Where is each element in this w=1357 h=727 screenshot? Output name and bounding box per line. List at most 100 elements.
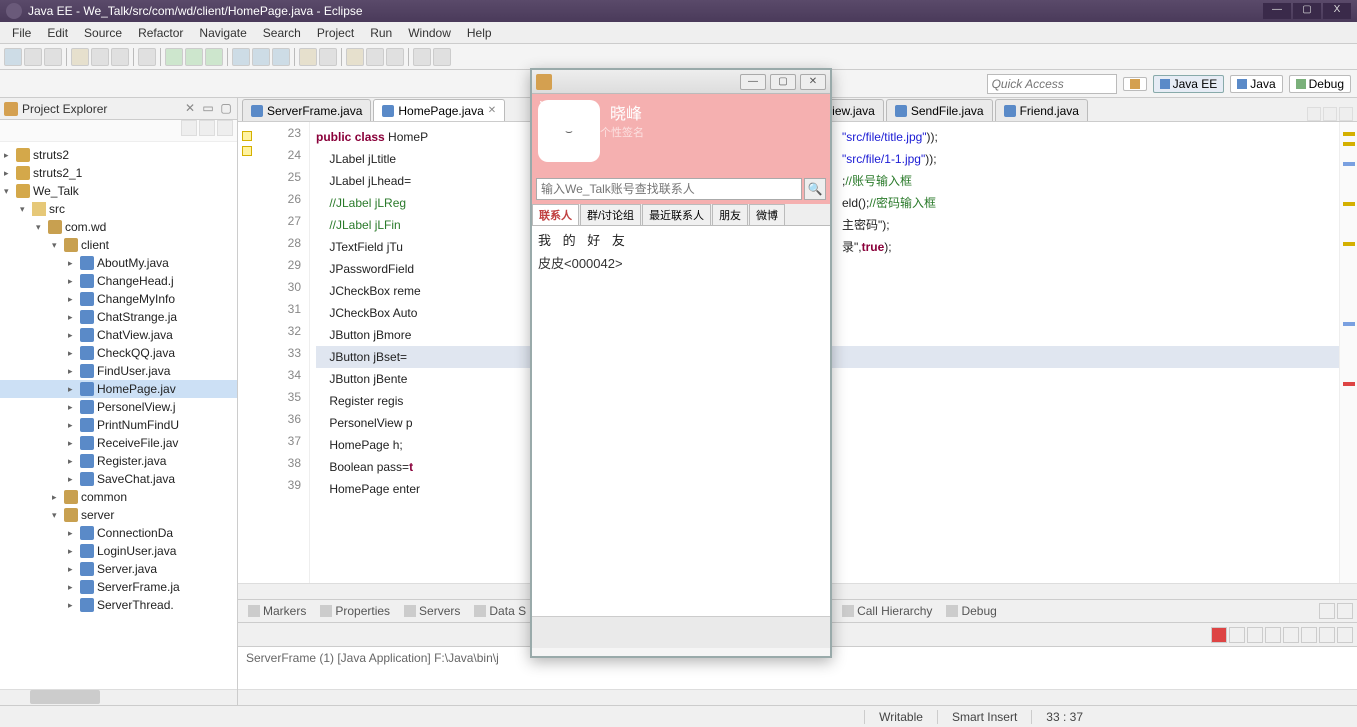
- new-if-icon[interactable]: [272, 48, 290, 66]
- tree-node[interactable]: ▸ServerThread.: [0, 596, 237, 614]
- tab-contacts[interactable]: 联系人: [532, 204, 579, 225]
- editor-tab[interactable]: HomePage.java✕: [373, 99, 505, 121]
- menu-refactor[interactable]: Refactor: [130, 24, 191, 42]
- user-signature[interactable]: 个性签名: [600, 124, 644, 140]
- prev-ann-icon[interactable]: [386, 48, 404, 66]
- back-icon[interactable]: [413, 48, 431, 66]
- menu-project[interactable]: Project: [309, 24, 362, 42]
- build-icon[interactable]: [138, 48, 156, 66]
- tab-groups[interactable]: 群/讨论组: [580, 204, 641, 225]
- contact-search-input[interactable]: [536, 178, 802, 200]
- menu-window[interactable]: Window: [400, 24, 459, 42]
- tree-node[interactable]: ▾client: [0, 236, 237, 254]
- tree-node[interactable]: ▸Server.java: [0, 560, 237, 578]
- view-minimize-icon[interactable]: ▭: [201, 102, 215, 116]
- save-icon[interactable]: [24, 48, 42, 66]
- tree-node[interactable]: ▸ChatView.java: [0, 326, 237, 344]
- menu-run[interactable]: Run: [362, 24, 400, 42]
- remove-launch-icon[interactable]: [1229, 627, 1245, 643]
- tree-node[interactable]: ▾src: [0, 200, 237, 218]
- terminate-icon[interactable]: [1211, 627, 1227, 643]
- tree-node[interactable]: ▸LoginUser.java: [0, 542, 237, 560]
- app-titlebar[interactable]: — ▢ ✕: [532, 70, 830, 94]
- tree-node[interactable]: ▸common: [0, 488, 237, 506]
- scroll-lock-icon[interactable]: [1283, 627, 1299, 643]
- collapse-all-icon[interactable]: [181, 120, 197, 136]
- contact-item[interactable]: 皮皮<000042>: [538, 253, 824, 272]
- link-editor-icon[interactable]: [199, 120, 215, 136]
- new-icon[interactable]: [4, 48, 22, 66]
- tool-icon[interactable]: [91, 48, 109, 66]
- tab-close-icon[interactable]: ✕: [488, 105, 496, 116]
- tab-debug[interactable]: Debug: [940, 602, 1002, 620]
- view-maximize-icon[interactable]: [1337, 603, 1353, 619]
- new-pkg-icon[interactable]: [232, 48, 250, 66]
- search-icon[interactable]: [319, 48, 337, 66]
- tree-node[interactable]: ▸FindUser.java: [0, 362, 237, 380]
- app-close[interactable]: ✕: [800, 74, 826, 90]
- saveall-icon[interactable]: [44, 48, 62, 66]
- menu-search[interactable]: Search: [255, 24, 309, 42]
- tree-node[interactable]: ▸ChangeMyInfo: [0, 290, 237, 308]
- editor-tab[interactable]: ServerFrame.java: [242, 99, 371, 121]
- view-minimize-icon[interactable]: [1319, 603, 1335, 619]
- tree-node[interactable]: ▾server: [0, 506, 237, 524]
- next-ann-icon[interactable]: [366, 48, 384, 66]
- run-ext-icon[interactable]: [205, 48, 223, 66]
- tool-icon[interactable]: [111, 48, 129, 66]
- tab-datasource[interactable]: Data S: [468, 602, 532, 620]
- editor-toolbar-icon[interactable]: [1323, 107, 1337, 121]
- tree-node[interactable]: ▸ServerFrame.ja: [0, 578, 237, 596]
- view-maximize-icon[interactable]: ▢: [219, 102, 233, 116]
- contact-group[interactable]: 我 的 好 友: [538, 230, 824, 249]
- fwd-icon[interactable]: [433, 48, 451, 66]
- explorer-hscroll[interactable]: [0, 689, 237, 705]
- tab-callhierarchy[interactable]: Call Hierarchy: [836, 602, 938, 620]
- tool-icon[interactable]: [71, 48, 89, 66]
- menu-source[interactable]: Source: [76, 24, 130, 42]
- editor-tab[interactable]: Friend.java: [995, 99, 1088, 121]
- search-button[interactable]: 🔍: [804, 178, 826, 200]
- new-class-icon[interactable]: [252, 48, 270, 66]
- debug-icon[interactable]: [165, 48, 183, 66]
- pin-console-icon[interactable]: [1301, 627, 1317, 643]
- explorer-close[interactable]: ✕: [183, 102, 197, 116]
- tree-node[interactable]: ▸SaveChat.java: [0, 470, 237, 488]
- editor-maximize-icon[interactable]: [1339, 107, 1353, 121]
- tab-properties[interactable]: Properties: [314, 602, 396, 620]
- window-close[interactable]: X: [1323, 3, 1351, 19]
- tab-markers[interactable]: Markers: [242, 602, 312, 620]
- perspective-java[interactable]: Java: [1230, 75, 1282, 93]
- console-hscroll[interactable]: [238, 689, 1357, 705]
- tree-node[interactable]: ▸HomePage.jav: [0, 380, 237, 398]
- menu-help[interactable]: Help: [459, 24, 500, 42]
- tree-node[interactable]: ▸ChatStrange.ja: [0, 308, 237, 326]
- tab-servers[interactable]: Servers: [398, 602, 466, 620]
- menu-edit[interactable]: Edit: [39, 24, 76, 42]
- tree-node[interactable]: ▾We_Talk: [0, 182, 237, 200]
- menu-navigate[interactable]: Navigate: [191, 24, 254, 42]
- tab-weibo[interactable]: 微博: [749, 204, 785, 225]
- window-minimize[interactable]: —: [1263, 3, 1291, 19]
- tree-node[interactable]: ▸PersonelView.j: [0, 398, 237, 416]
- toggle-mark-icon[interactable]: [346, 48, 364, 66]
- app-minimize[interactable]: —: [740, 74, 766, 90]
- run-icon[interactable]: [185, 48, 203, 66]
- tree-node[interactable]: ▸PrintNumFindU: [0, 416, 237, 434]
- wetalk-app-window[interactable]: — ▢ ✕ ⌣ We_Talk 晓峰 个性签名 🔍 联系人 群/讨论组 最近联系…: [530, 68, 832, 658]
- display-console-icon[interactable]: [1319, 627, 1335, 643]
- perspective-debug[interactable]: Debug: [1289, 75, 1351, 93]
- project-tree[interactable]: ▸struts2▸struts2_1▾We_Talk▾src▾com.wd▾cl…: [0, 142, 237, 689]
- clear-console-icon[interactable]: [1265, 627, 1281, 643]
- tree-node[interactable]: ▸AboutMy.java: [0, 254, 237, 272]
- open-perspective-button[interactable]: [1123, 77, 1147, 91]
- open-console-icon[interactable]: [1337, 627, 1353, 643]
- tree-node[interactable]: ▸struts2: [0, 146, 237, 164]
- tree-node[interactable]: ▸CheckQQ.java: [0, 344, 237, 362]
- open-type-icon[interactable]: [299, 48, 317, 66]
- tab-friends[interactable]: 朋友: [712, 204, 748, 225]
- menu-file[interactable]: File: [4, 24, 39, 42]
- window-maximize[interactable]: ▢: [1293, 3, 1321, 19]
- remove-all-icon[interactable]: [1247, 627, 1263, 643]
- tree-node[interactable]: ▸ReceiveFile.jav: [0, 434, 237, 452]
